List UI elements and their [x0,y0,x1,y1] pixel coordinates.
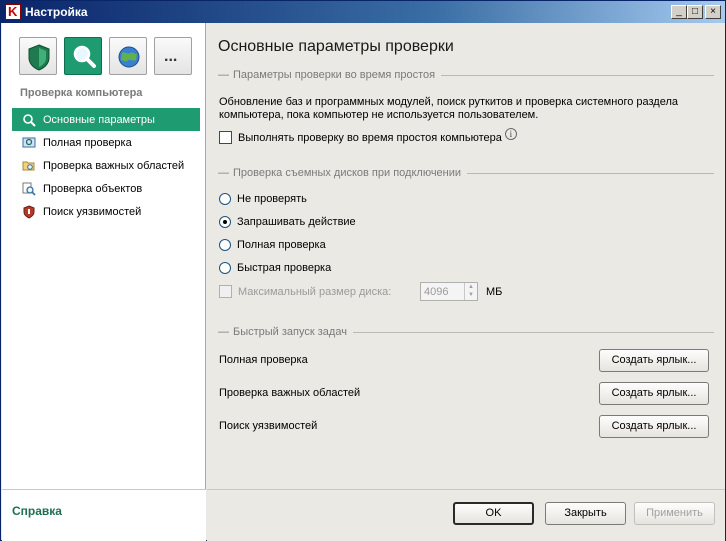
main-content: Основные параметры проверки — Параметры … [207,23,725,489]
max-size-value[interactable]: 4096 [424,286,448,298]
radio-row-no-scan[interactable]: Не проверять [219,193,307,205]
radio-ask-action[interactable] [219,216,231,228]
sidebar-item-basic-settings[interactable]: Основные параметры [12,108,200,131]
radio-quick-scan-label[interactable]: Быстрая проверка [237,262,331,274]
folder-scan-icon [22,161,35,170]
window-title: Настройка [25,5,88,19]
sidebar: ... Проверка компьютера Основные парамет… [2,23,206,489]
info-icon[interactable]: i [504,127,517,140]
minimize-button[interactable]: _ [671,5,687,19]
idle-scan-description: Обновление баз и программных модулей, по… [219,96,679,121]
magnifier-icon [73,45,96,68]
group-dash: — [218,167,229,179]
max-size-checkbox-row[interactable]: Максимальный размер диска: [219,285,391,298]
group-idle-scan-title: Параметры проверки во время простоя [233,69,436,81]
create-shortcut-full-scan-button[interactable]: Создать ярлык... [599,349,709,372]
group-dash: — [218,326,229,338]
max-size-label: Максимальный размер диска: [238,285,392,298]
radio-row-full-scan[interactable]: Полная проверка [219,239,326,251]
group-quick-launch: — Быстрый запуск задач [218,326,714,338]
idle-scan-checkbox[interactable] [219,131,232,144]
task-label-vulnerability-search: Поиск уязвимостей [219,420,318,432]
group-removable-drives: — Проверка съемных дисков при подключени… [218,167,714,179]
group-divider [467,172,714,174]
max-size-checkbox[interactable] [219,285,232,298]
max-size-spinbox[interactable]: 4096 ▲ ▼ [420,282,478,301]
scan-monitor-icon [22,137,36,147]
radio-quick-scan[interactable] [219,262,231,274]
sidebar-item-label: Проверка важных областей [43,159,185,172]
shield-icon [28,44,50,71]
sidebar-item-full-scan[interactable]: Полная проверка [12,131,200,154]
magnifier-icon [23,113,36,127]
group-divider [441,74,714,76]
group-divider [352,331,714,333]
help-link[interactable]: Справка [12,504,62,518]
radio-full-scan[interactable] [219,239,231,251]
category-scan[interactable] [64,37,102,75]
radio-no-scan-label[interactable]: Не проверять [237,193,307,205]
globe-icon [118,46,140,68]
objects-scan-icon [22,182,36,196]
sidebar-item-label: Полная проверка [43,136,132,149]
kaspersky-logo-icon [5,4,21,20]
radio-full-scan-label[interactable]: Полная проверка [237,239,326,251]
more-icon: ... [164,48,178,65]
sidebar-item-vulnerability-search[interactable]: Поиск уязвимостей [12,200,200,223]
sidebar-item-critical-areas[interactable]: Проверка важных областей [12,154,200,177]
sidebar-item-label: Основные параметры [43,113,155,126]
task-label-critical-areas: Проверка важных областей [219,387,361,399]
close-window-button[interactable]: × [705,5,721,19]
radio-row-ask-action[interactable]: Запрашивать действие [219,216,356,228]
create-shortcut-critical-areas-button[interactable]: Создать ярлык... [599,382,709,405]
page-title: Основные параметры проверки [218,38,454,55]
radio-row-quick-scan[interactable]: Быстрая проверка [219,262,331,274]
apply-button[interactable]: Применить [634,502,715,525]
close-button[interactable]: Закрыть [545,502,626,525]
group-idle-scan: — Параметры проверки во время простоя [218,69,714,81]
title-bar[interactable]: Настройка _ □ × [1,1,725,23]
radio-ask-action-label[interactable]: Запрашивать действие [237,216,356,228]
group-quick-launch-title: Быстрый запуск задач [233,326,347,338]
spin-down-icon[interactable]: ▼ [465,291,477,299]
category-more[interactable]: ... [154,37,192,75]
category-update[interactable] [109,37,147,75]
max-size-unit: МБ [486,286,503,298]
dialog-footer: OK Закрыть Применить [207,489,725,541]
group-removable-drives-title: Проверка съемных дисков при подключении [233,167,462,179]
group-dash: — [218,69,229,81]
sidebar-heading: Проверка компьютера [20,87,143,99]
radio-no-scan[interactable] [219,193,231,205]
settings-window: Настройка _ □ × ... Проверка компь [0,0,726,541]
vulnerability-shield-icon [23,204,35,219]
idle-scan-checkbox-row[interactable]: Выполнять проверку во время простоя комп… [219,127,517,144]
sidebar-item-label: Поиск уязвимостей [43,205,142,218]
sidebar-item-label: Проверка объектов [43,182,143,195]
create-shortcut-vulnerability-search-button[interactable]: Создать ярлык... [599,415,709,438]
task-label-full-scan: Полная проверка [219,354,308,366]
maximize-button[interactable]: □ [687,5,703,19]
spin-up-icon[interactable]: ▲ [465,283,477,291]
help-bar: Справка [2,489,206,541]
idle-scan-checkbox-label[interactable]: Выполнять проверку во время простоя комп… [238,132,502,144]
ok-button[interactable]: OK [453,502,534,525]
category-protection[interactable] [19,37,57,75]
spin-buttons[interactable]: ▲ ▼ [464,283,477,300]
sidebar-nav: Основные параметры Полная проверка Прове… [12,108,200,223]
sidebar-item-objects-scan[interactable]: Проверка объектов [12,177,200,200]
